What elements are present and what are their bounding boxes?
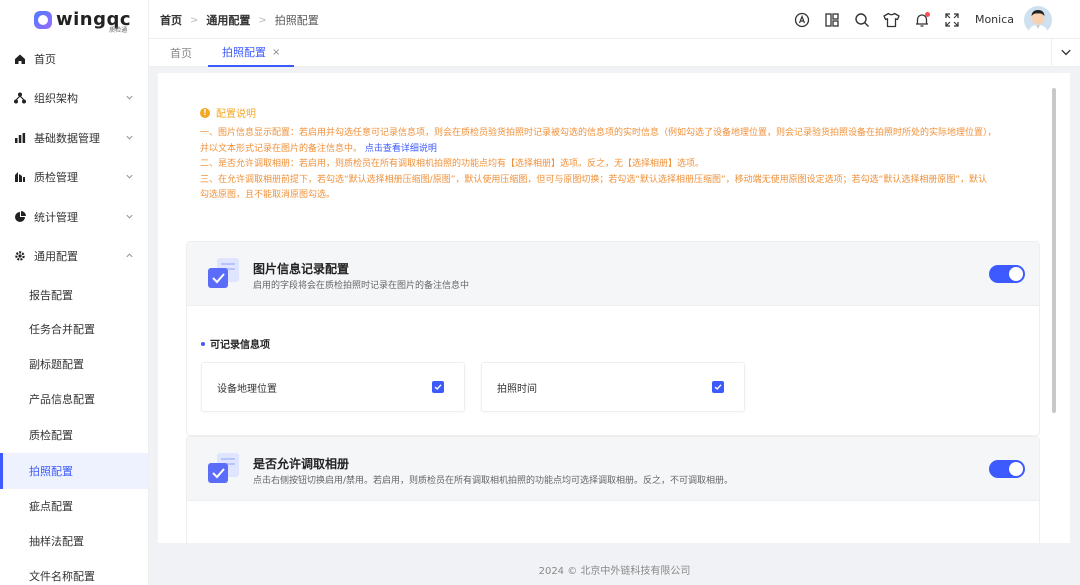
document-icon <box>205 256 243 292</box>
notice-line-3: 二、是否允许调取相册：若启用，则质检员在所有调取相机拍照的功能点均有【选择相册】… <box>200 159 705 169</box>
language-icon[interactable] <box>787 5 817 35</box>
gear-icon <box>14 250 26 262</box>
tab-home[interactable]: 首页 <box>170 39 192 67</box>
tabs-dropdown[interactable] <box>1051 39 1080 67</box>
breadcrumb-separator-icon: > <box>190 14 199 26</box>
card-title: 是否允许调取相册 <box>253 457 350 471</box>
sidebar-item-label: 质检管理 <box>34 171 78 184</box>
sidebar-subitem-report[interactable]: 报告配置 <box>0 277 148 313</box>
top-header: 首页 > 通用配置 > 拍照配置 Monica <box>149 0 1080 39</box>
notice-line-1: 一、图片信息显示配置：若启用并勾选任意可记录信息项，则会在质检员验货拍照时记录被… <box>200 128 997 138</box>
chevron-down-icon <box>1060 46 1072 61</box>
sidebar-item-basic-data[interactable]: 基础数据管理 <box>0 120 148 156</box>
notice-line-2: 并以文本形式记录在图片的备注信息中。 点击查看详细说明 <box>200 142 1030 158</box>
option-label: 设备地理位置 <box>217 383 277 395</box>
username[interactable]: Monica <box>975 13 1014 26</box>
config-notice: ! 配置说明 一、图片信息显示配置：若启用并勾选任意可记录信息项，则会在质检员验… <box>200 105 1030 204</box>
breadcrumb-home[interactable]: 首页 <box>160 12 182 28</box>
theme-shirt-icon[interactable] <box>877 5 907 35</box>
document-icon <box>205 451 243 487</box>
logo-icon <box>34 11 52 29</box>
breadcrumb-separator-icon: > <box>258 14 267 26</box>
card-header: 是否允许调取相册 点击右侧按钮切换启用/禁用。若启用，则质检员在所有调取相机拍照… <box>187 437 1039 501</box>
org-icon <box>14 92 26 104</box>
checkbox-checked-icon[interactable] <box>712 381 724 393</box>
option-label: 拍照时间 <box>497 383 537 395</box>
detail-link[interactable]: 点击查看详细说明 <box>365 144 437 154</box>
avatar[interactable] <box>1024 5 1052 34</box>
checkbox-checked-icon[interactable] <box>432 381 444 393</box>
card-header: 图片信息记录配置 启用的字段将会在质检拍照时记录在图片的备注信息中 <box>187 242 1039 306</box>
notification-dot <box>924 11 930 17</box>
card-title: 图片信息记录配置 <box>253 262 350 276</box>
sidebar-subitem-sampling[interactable]: 抽样法配置 <box>0 523 148 559</box>
chevron-down-icon <box>125 171 134 184</box>
album-card: 是否允许调取相册 点击右侧按钮切换启用/禁用。若启用，则质检员在所有调取相机拍照… <box>186 436 1040 543</box>
breadcrumb-general-config[interactable]: 通用配置 <box>206 12 250 28</box>
sidebar-item-label: 组织架构 <box>34 92 78 105</box>
album-toggle[interactable] <box>989 460 1025 478</box>
chevron-down-icon <box>125 132 134 145</box>
data-icon <box>14 132 26 144</box>
header-toolbar: Monica <box>787 0 1080 39</box>
fullscreen-icon[interactable] <box>937 5 967 35</box>
breadcrumb-current: 拍照配置 <box>274 14 319 27</box>
tab-label: 拍照配置 <box>222 46 266 59</box>
scrollbar[interactable] <box>1052 88 1056 413</box>
main-content: ! 配置说明 一、图片信息显示配置：若启用并勾选任意可记录信息项，则会在质检员验… <box>158 73 1070 543</box>
sidebar-subitem-filename[interactable]: 文件名称配置 <box>0 558 148 585</box>
image-info-card: 图片信息记录配置 启用的字段将会在质检拍照时记录在图片的备注信息中 可记录信息项… <box>186 241 1040 436</box>
warning-icon: ! <box>200 107 210 118</box>
notice-line-4: 三、在允许调取相册前提下，若勾选“默认选择相册压缩图/原图”，默认使用压缩图，但… <box>200 174 988 185</box>
logo-subtitle: 质检通 <box>109 26 128 34</box>
sidebar-subitem-photo[interactable]: 拍照配置 <box>0 453 148 489</box>
pie-icon <box>14 211 26 223</box>
sidebar-item-label: 统计管理 <box>34 211 78 224</box>
sidebar-subitem-defect[interactable]: 疵点配置 <box>0 488 148 524</box>
home-icon <box>14 53 26 65</box>
section-label: 可记录信息项 <box>201 336 270 351</box>
notice-title: ! 配置说明 <box>200 105 1030 120</box>
sidebar-item-label: 基础数据管理 <box>34 132 100 145</box>
layout-icon[interactable] <box>817 5 847 35</box>
notice-line-2-text: 并以文本形式记录在图片的备注信息中。 <box>200 143 363 154</box>
chevron-down-icon <box>125 92 134 105</box>
bell-icon[interactable] <box>907 5 937 35</box>
sidebar: wingqc 质检通 首页 组织架构 基础数据管理 质检管理 统计管理 通用配置… <box>0 0 149 585</box>
image-info-toggle[interactable] <box>989 265 1025 283</box>
card-description: 点击右侧按钮切换启用/禁用。若启用，则质检员在所有调取相机拍照的功能点均可选择调… <box>253 476 734 486</box>
tab-photo-config[interactable]: 拍照配置 × <box>208 39 295 67</box>
sidebar-subitem-subtitle[interactable]: 副标题配置 <box>0 346 148 382</box>
close-icon[interactable]: × <box>272 47 280 58</box>
option-photo-time[interactable]: 拍照时间 <box>481 362 745 412</box>
chevron-down-icon <box>125 211 134 224</box>
logo[interactable]: wingqc 质检通 <box>0 0 148 40</box>
notice-title-text: 配置说明 <box>216 109 256 120</box>
footer: 2024 © 北京中外链科技有限公司 <box>538 565 691 577</box>
sidebar-item-org[interactable]: 组织架构 <box>0 80 148 116</box>
sidebar-subitem-product-info[interactable]: 产品信息配置 <box>0 381 148 417</box>
search-icon[interactable] <box>847 5 877 35</box>
sidebar-item-label: 通用配置 <box>34 250 78 263</box>
inspection-icon <box>14 171 26 183</box>
sidebar-item-inspection[interactable]: 质检管理 <box>0 159 148 195</box>
sidebar-item-general-config[interactable]: 通用配置 <box>0 238 148 274</box>
sidebar-item-home[interactable]: 首页 <box>0 41 148 77</box>
sidebar-item-statistics[interactable]: 统计管理 <box>0 199 148 235</box>
sidebar-subitem-task-merge[interactable]: 任务合并配置 <box>0 311 148 347</box>
sidebar-subitem-inspection[interactable]: 质检配置 <box>0 417 148 453</box>
breadcrumb: 首页 > 通用配置 > 拍照配置 <box>160 12 319 28</box>
chevron-up-icon <box>125 250 134 263</box>
card-description: 启用的字段将会在质检拍照时记录在图片的备注信息中 <box>253 281 470 291</box>
option-device-location[interactable]: 设备地理位置 <box>201 362 465 412</box>
tabs-bar: 首页 拍照配置 × <box>149 39 1080 67</box>
sidebar-item-label: 首页 <box>34 53 56 66</box>
notice-line-5: 勾选原图，且不能取消原图勾选。 <box>200 190 336 200</box>
tab-label: 首页 <box>170 47 192 60</box>
